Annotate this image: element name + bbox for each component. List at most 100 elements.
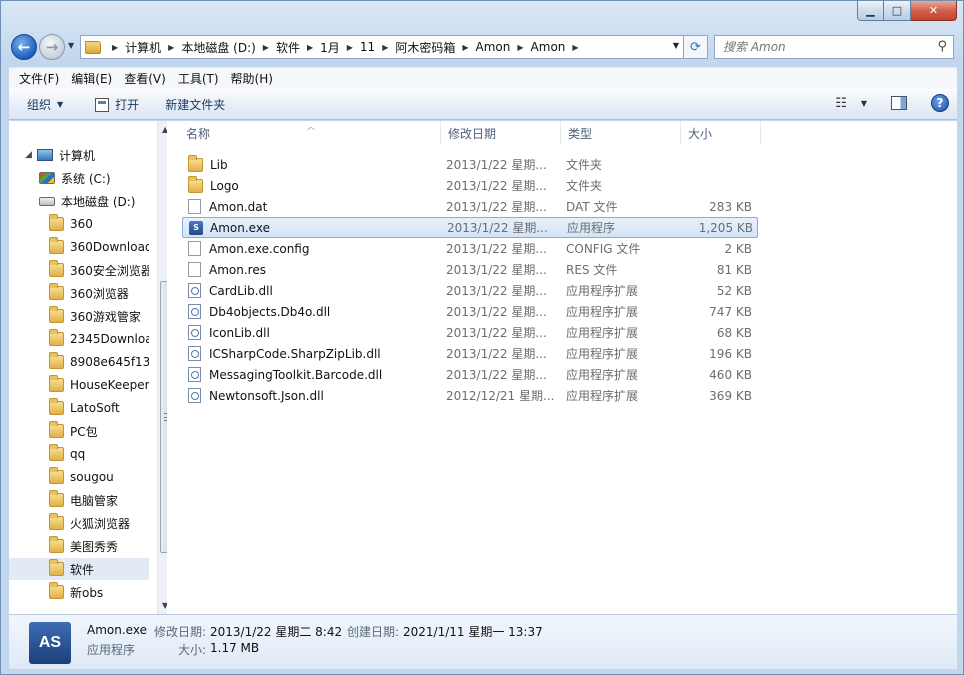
expand-arrow-icon[interactable]: ◢ — [25, 150, 37, 160]
tree-item-folder[interactable]: 8908e645f138 — [49, 351, 149, 373]
file-row[interactable]: Lib 2013/1/22 星期... 文件夹 — [182, 154, 758, 175]
file-date: 2013/1/22 星期... — [446, 326, 547, 340]
breadcrumb-chevron-icon[interactable]: ▶ — [517, 43, 523, 52]
file-row[interactable]: Amon.res 2013/1/22 星期... RES 文件 81 KB — [182, 259, 758, 280]
breadcrumb-chevron-icon[interactable]: ▶ — [263, 43, 269, 52]
tree-item-label: 360安全浏览器 — [70, 263, 149, 278]
breadcrumb-item[interactable]: Amon — [476, 40, 511, 54]
file-name-text: Logo — [210, 178, 239, 193]
file-name-text: Lib — [210, 157, 228, 172]
navigation-pane: ◢ 计算机 系统 (C:) 本地磁盘 (D:) 360 360Downloads 3… — [9, 121, 174, 614]
tree-item-folder[interactable]: LatoSoft — [49, 397, 149, 419]
search-icon[interactable]: ⚲ — [937, 39, 947, 54]
file-row[interactable]: Logo 2013/1/22 星期... 文件夹 — [182, 175, 758, 196]
file-row[interactable]: MessagingToolkit.Barcode.dll 2013/1/22 星期… — [182, 364, 758, 385]
explorer-window: ▁ □ ✕ ← → ▼ ▶ 计算机 ▶ 本地磁盘 (D:) ▶ 软件 ▶ 1月 ▶ 11 ▶ 阿木密码… — [0, 0, 964, 675]
menu-view[interactable]: 查看(V) — [118, 70, 172, 87]
breadcrumb-item[interactable]: 11 — [360, 40, 375, 54]
tree-item-folder[interactable]: 360安全浏览器 — [49, 259, 149, 281]
folder-icon — [49, 352, 64, 369]
tree-item-folder[interactable]: 软件 — [9, 558, 149, 580]
file-row[interactable]: Db4objects.Db4o.dll 2013/1/22 星期... 应用程序扩展… — [182, 301, 758, 322]
menu-help[interactable]: 帮助(H) — [225, 70, 279, 87]
file-row[interactable]: S Amon.exe 2013/1/22 星期... 应用程序 1,205 KB — [182, 217, 758, 238]
address-dropdown-icon[interactable]: ▼ — [673, 41, 679, 50]
file-type: 应用程序扩展 — [566, 347, 639, 361]
file-name-text: IconLib.dll — [209, 325, 270, 340]
tree-item-folder[interactable]: 360游戏管家 — [49, 305, 149, 327]
close-button[interactable]: ✕ — [911, 1, 957, 21]
breadcrumb-item[interactable]: 1月 — [320, 39, 340, 56]
menu-edit[interactable]: 编辑(E) — [65, 70, 118, 87]
tree-item-folder[interactable]: 美图秀秀 — [49, 535, 149, 557]
breadcrumb-chevron-icon[interactable]: ▶ — [112, 43, 118, 52]
file-icon — [188, 199, 201, 214]
change-view-button[interactable]: ☷ ▼ — [835, 96, 867, 111]
file-type: 应用程序扩展 — [566, 305, 639, 319]
open-button[interactable]: 打开 — [73, 90, 149, 119]
file-name-text: Db4objects.Db4o.dll — [209, 304, 331, 319]
maximize-button[interactable]: □ — [884, 1, 911, 21]
folder-icon — [49, 375, 64, 392]
file-row[interactable]: ICSharpCode.SharpZipLib.dll 2013/1/22 星期.… — [182, 343, 758, 364]
breadcrumb-item[interactable]: 计算机 — [125, 39, 161, 56]
refresh-button[interactable]: ⟳ — [684, 35, 708, 59]
tree-item-folder[interactable]: 2345Downloads — [49, 328, 149, 350]
breadcrumb-chevron-icon[interactable]: ▶ — [307, 43, 313, 52]
file-row[interactable]: CardLib.dll 2013/1/22 星期... 应用程序扩展 52 KB — [182, 280, 758, 301]
preview-pane-icon[interactable] — [891, 96, 907, 110]
details-size-value: 1.17 MB — [210, 641, 260, 655]
organize-button[interactable]: 组织 ▼ — [9, 90, 73, 119]
file-type: 应用程序扩展 — [566, 284, 639, 298]
file-row[interactable]: Amon.dat 2013/1/22 星期... DAT 文件 283 KB — [182, 196, 758, 217]
tree-item-label: PC包 — [70, 424, 98, 439]
breadcrumb-item[interactable]: 阿木密码箱 — [395, 39, 455, 56]
tree-item-folder[interactable]: 360Downloads — [49, 236, 149, 258]
tree-item-folder[interactable]: sougou — [49, 466, 149, 488]
tree-item-folder[interactable]: HouseKeeper — [49, 374, 149, 396]
breadcrumb-chevron-icon[interactable]: ▶ — [347, 43, 353, 52]
file-date: 2013/1/22 星期... — [446, 305, 547, 319]
file-row[interactable]: IconLib.dll 2013/1/22 星期... 应用程序扩展 68 KB — [182, 322, 758, 343]
breadcrumb-chevron-icon[interactable]: ▶ — [168, 43, 174, 52]
new-folder-button[interactable]: 新建文件夹 — [149, 90, 235, 119]
tree-item-system-drive[interactable]: 系统 (C:) — [39, 167, 111, 189]
address-bar[interactable]: ▶ 计算机 ▶ 本地磁盘 (D:) ▶ 软件 ▶ 1月 ▶ 11 ▶ 阿木密码箱 ▶ Amon ▶ Amon ▶… — [80, 35, 684, 59]
menu-file[interactable]: 文件(F) — [13, 70, 65, 87]
tree-item-folder[interactable]: 360 — [49, 213, 149, 235]
minimize-button[interactable]: ▁ — [857, 1, 884, 21]
back-button[interactable]: ← — [11, 34, 37, 60]
tree-item-local-drive[interactable]: 本地磁盘 (D:) — [39, 190, 135, 212]
file-row[interactable]: Amon.exe.config 2013/1/22 星期... CONFIG 文件 2… — [182, 238, 758, 259]
help-icon[interactable]: ? — [931, 94, 949, 112]
breadcrumb-item[interactable]: 本地磁盘 (D:) — [181, 39, 255, 56]
file-name: Amon.dat — [188, 199, 267, 214]
search-box[interactable]: ⚲ — [714, 35, 954, 59]
tree-item-folder[interactable]: 火狐浏览器 — [49, 512, 149, 534]
file-size: 460 KB — [709, 367, 752, 382]
tree-item-folder[interactable]: PC包 — [49, 420, 149, 442]
tree-item-folder[interactable]: 新obs — [49, 581, 149, 603]
tree-item-folder[interactable]: qq — [49, 443, 149, 465]
column-header-name[interactable]: 名称 — [179, 121, 441, 145]
column-header-type[interactable]: 类型 — [561, 121, 681, 145]
forward-button[interactable]: → — [39, 34, 65, 60]
search-input[interactable] — [723, 40, 923, 54]
column-header-date[interactable]: 修改日期 — [441, 121, 561, 145]
column-header-size[interactable]: 大小 — [681, 121, 761, 145]
file-row[interactable]: Newtonsoft.Json.dll 2012/12/21 星期... 应用程序扩… — [182, 385, 758, 406]
history-dropdown-icon[interactable]: ▼ — [68, 41, 74, 50]
menu-tools[interactable]: 工具(T) — [172, 70, 225, 87]
file-name: Logo — [188, 175, 239, 193]
tree-item-folder[interactable]: 360浏览器 — [49, 282, 149, 304]
folder-icon — [85, 40, 101, 54]
breadcrumb-chevron-icon[interactable]: ▶ — [572, 43, 578, 52]
tree-item-folder[interactable]: 电脑管家 — [49, 489, 149, 511]
breadcrumb-chevron-icon[interactable]: ▶ — [462, 43, 468, 52]
breadcrumb-chevron-icon[interactable]: ▶ — [382, 43, 388, 52]
breadcrumb-item[interactable]: 软件 — [276, 39, 300, 56]
breadcrumb-item[interactable]: Amon — [531, 40, 566, 54]
file-type: 应用程序扩展 — [566, 389, 639, 403]
tree-item-computer[interactable]: ◢ 计算机 — [25, 144, 95, 166]
file-name: ICSharpCode.SharpZipLib.dll — [188, 346, 381, 361]
